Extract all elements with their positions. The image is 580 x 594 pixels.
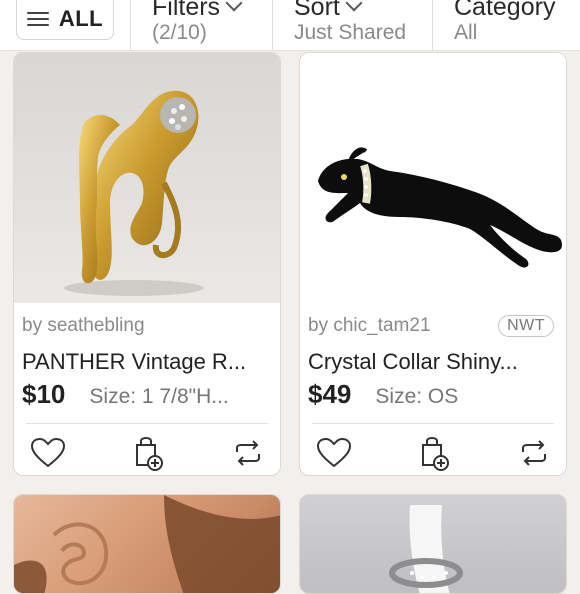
black-enamel-panther-brooch-image bbox=[318, 147, 562, 268]
listing-card[interactable] bbox=[13, 494, 281, 594]
shopping-bag-add-icon bbox=[422, 437, 449, 471]
listing-image[interactable] bbox=[14, 53, 280, 303]
toolbar-divider bbox=[130, 0, 131, 50]
add-to-bundle-button[interactable] bbox=[128, 433, 168, 473]
heart-icon bbox=[30, 437, 66, 468]
chevron-down-icon bbox=[345, 0, 363, 12]
shopping-bag-add-icon bbox=[136, 437, 163, 471]
listing-price: $49 bbox=[308, 379, 352, 409]
listing-size: Size: OS bbox=[375, 385, 459, 408]
listing-image[interactable] bbox=[300, 495, 566, 593]
share-button[interactable] bbox=[514, 433, 554, 473]
listing-card[interactable]: by seathebling PANTHER Vintage R... $10 … bbox=[13, 52, 281, 476]
listing-price: $10 bbox=[22, 379, 66, 409]
listing-card[interactable]: by chic_tam21 NWT Crystal Collar Shiny..… bbox=[299, 52, 567, 476]
add-to-bundle-button[interactable] bbox=[414, 433, 454, 473]
listing-image[interactable] bbox=[300, 53, 566, 303]
share-arrows-icon bbox=[236, 440, 260, 466]
card-divider bbox=[26, 423, 268, 424]
gold-panther-brooch-image bbox=[64, 90, 204, 296]
listing-title[interactable]: PANTHER Vintage R... bbox=[22, 349, 272, 375]
seller-name[interactable]: by seathebling bbox=[22, 315, 145, 337]
like-button[interactable] bbox=[28, 433, 68, 473]
toolbar-divider bbox=[432, 0, 433, 50]
category-value: All bbox=[454, 21, 478, 44]
share-button[interactable] bbox=[228, 433, 268, 473]
toolbar-divider bbox=[272, 0, 273, 50]
silver-ring-image bbox=[389, 505, 463, 593]
all-label: ALL bbox=[58, 6, 104, 31]
listing-image[interactable] bbox=[14, 495, 280, 593]
card-divider bbox=[312, 423, 554, 424]
share-arrows-icon bbox=[522, 440, 546, 466]
filters-dropdown[interactable]: Filters (2/10) bbox=[152, 0, 243, 44]
like-button[interactable] bbox=[314, 433, 354, 473]
heart-icon bbox=[316, 437, 352, 468]
sort-value: Just Shared bbox=[294, 21, 407, 44]
nwt-badge: NWT bbox=[498, 315, 554, 337]
chevron-down-icon bbox=[225, 0, 243, 12]
sort-dropdown[interactable]: Sort Just Shared bbox=[294, 0, 406, 44]
seller-name[interactable]: by chic_tam21 bbox=[308, 315, 431, 337]
listing-card[interactable] bbox=[299, 494, 567, 594]
sort-title: Sort bbox=[294, 0, 340, 21]
filters-title: Filters bbox=[152, 0, 221, 21]
filters-count: (2/10) bbox=[152, 21, 207, 44]
listing-title[interactable]: Crystal Collar Shiny... bbox=[308, 349, 558, 375]
category-title: Category bbox=[454, 0, 556, 21]
filter-toolbar: ALL Filters (2/10) Sort Just Shared Cate… bbox=[0, 0, 580, 51]
hamburger-menu-icon bbox=[26, 11, 49, 27]
listing-size: Size: 1 7/8"H... bbox=[89, 385, 229, 408]
category-dropdown[interactable]: Category All bbox=[454, 0, 555, 44]
ear-with-earring-image bbox=[14, 495, 280, 593]
all-menu-button[interactable]: ALL bbox=[16, 0, 114, 40]
